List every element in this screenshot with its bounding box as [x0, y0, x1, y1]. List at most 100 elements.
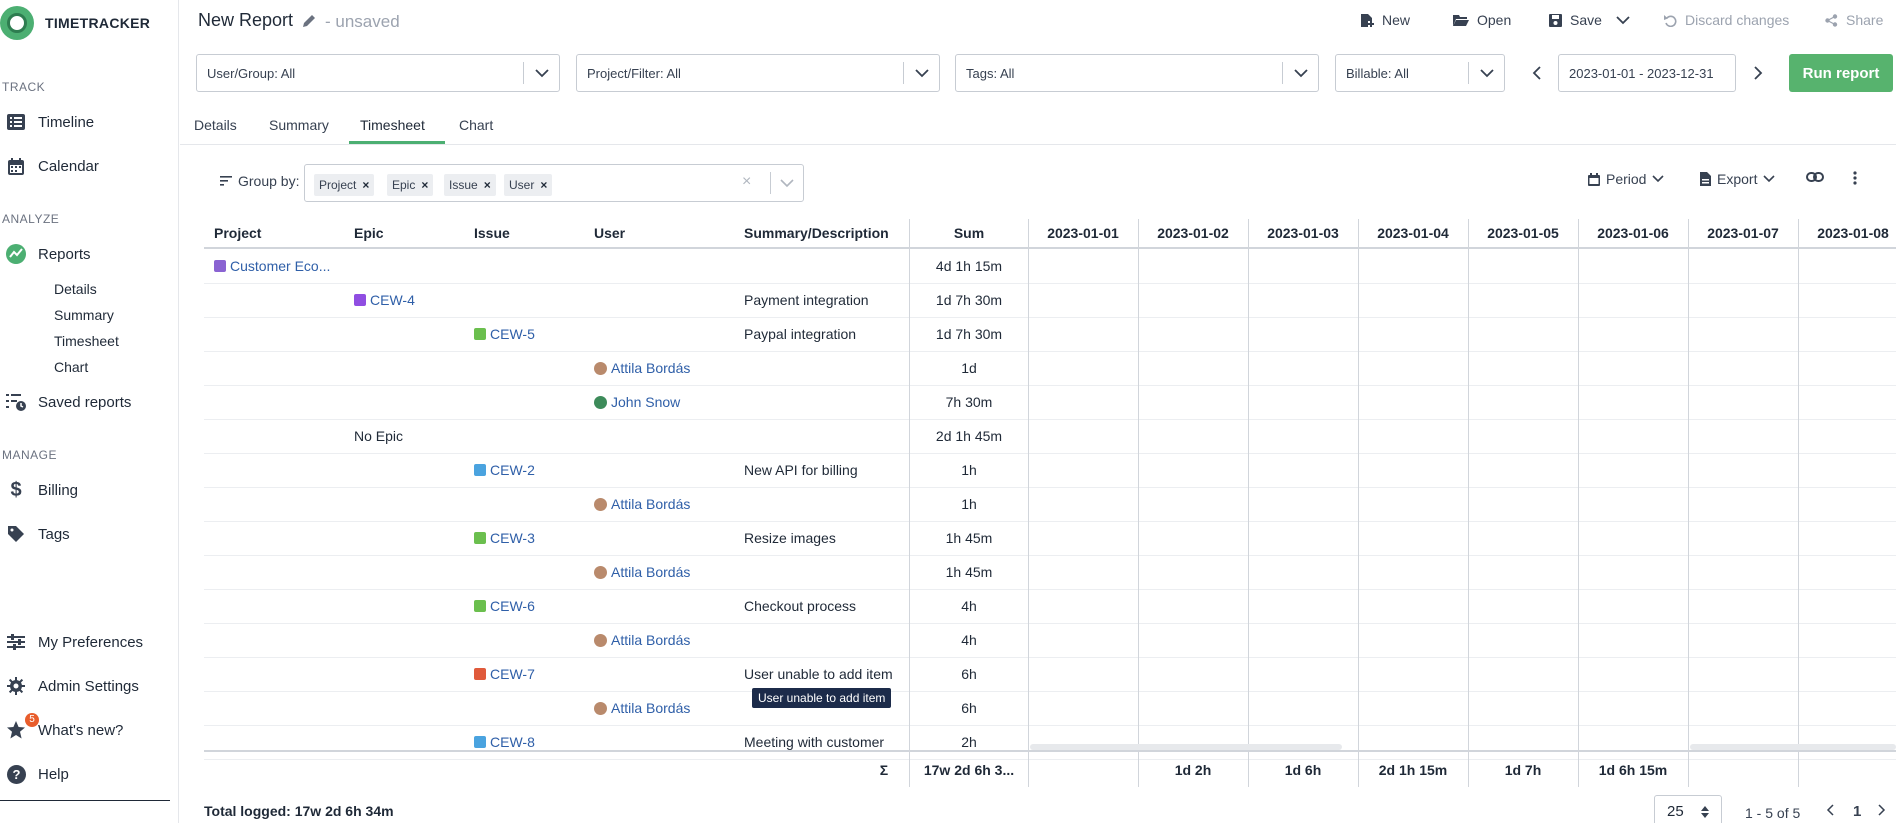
column-header-date[interactable]: 2023-01-08	[1798, 219, 1896, 247]
more-options-button[interactable]	[1853, 171, 1857, 185]
sidebar-item-admin-settings[interactable]: Admin Settings	[0, 671, 139, 701]
cell-issue[interactable]: CEW-8	[474, 725, 535, 759]
group-chip-epic: Epic ×	[387, 174, 434, 196]
export-button[interactable]: Export	[1700, 171, 1776, 187]
total-logged: Total logged: 17w 2d 6h 34m	[204, 803, 394, 819]
column-header-date[interactable]: 2023-01-07	[1688, 219, 1798, 247]
project-filter[interactable]: Project/Filter: All	[576, 54, 940, 92]
page-size-select[interactable]: 25	[1654, 795, 1722, 823]
app-logo[interactable]: TIMETRACKER	[0, 4, 150, 42]
save-icon	[1549, 13, 1562, 27]
chevron-down-icon[interactable]	[903, 62, 939, 84]
sidebar-item-timeline[interactable]: Timeline	[0, 107, 94, 137]
cell-project[interactable]: Customer Eco...	[214, 249, 330, 283]
column-header-date[interactable]: 2023-01-01	[1028, 219, 1138, 247]
tab-chart[interactable]: Chart	[459, 117, 493, 133]
user-group-filter[interactable]: User/Group: All	[196, 54, 560, 92]
sidebar-item-calendar[interactable]: Calendar	[0, 151, 99, 181]
column-header-date[interactable]: 2023-01-03	[1248, 219, 1358, 247]
sidebar-subitem-chart[interactable]: Chart	[54, 359, 88, 375]
cell-epic[interactable]: CEW-4	[354, 283, 415, 317]
remove-chip-icon[interactable]: ×	[540, 178, 547, 192]
sidebar-subitem-summary[interactable]: Summary	[54, 307, 114, 323]
tab-timesheet[interactable]: Timesheet	[360, 117, 425, 133]
open-label: Open	[1477, 12, 1512, 28]
cell-sum: 1h 45m	[945, 530, 993, 546]
gear-icon	[5, 675, 27, 697]
remove-chip-icon[interactable]: ×	[484, 178, 491, 192]
cell-issue[interactable]: CEW-6	[474, 589, 535, 623]
sidebar-item-my-preferences[interactable]: My Preferences	[0, 627, 143, 657]
chevron-down-icon[interactable]	[1468, 62, 1504, 84]
saved-reports-icon	[5, 391, 27, 413]
column-header-user[interactable]: User	[594, 219, 724, 247]
column-header-sum[interactable]: Sum	[910, 219, 1028, 247]
new-button[interactable]: New	[1360, 12, 1410, 28]
column-header-issue[interactable]: Issue	[474, 219, 584, 247]
sidebar-item-tags[interactable]: Tags	[0, 519, 70, 549]
previous-page-button[interactable]	[1826, 803, 1834, 820]
footer-divider	[204, 750, 1896, 752]
billable-filter[interactable]: Billable: All	[1335, 54, 1505, 92]
column-header-date[interactable]: 2023-01-05	[1468, 219, 1578, 247]
chevron-down-icon	[1763, 175, 1776, 183]
column-header-date[interactable]: 2023-01-04	[1358, 219, 1468, 247]
notification-badge: 5	[25, 713, 39, 727]
column-header-date[interactable]: 2023-01-06	[1578, 219, 1688, 247]
avatar	[594, 565, 607, 579]
section-title-manage: MANAGE	[2, 448, 58, 462]
period-button[interactable]: Period	[1588, 171, 1665, 187]
share-icon	[1825, 13, 1838, 27]
sidebar-item-saved-reports[interactable]: Saved reports	[0, 387, 131, 417]
footer-date-total	[1028, 753, 1138, 787]
cell-user[interactable]: Attila Bordás	[594, 555, 690, 589]
column-header-date[interactable]: 2023-01-02	[1138, 219, 1248, 247]
cell-user[interactable]: Attila Bordás	[594, 351, 690, 385]
cell-sum: 1d 7h 30m	[935, 292, 1003, 308]
current-page[interactable]: 1	[1853, 803, 1861, 820]
cell-issue[interactable]: CEW-2	[474, 453, 535, 487]
date-range-picker[interactable]: 2023-01-01 - 2023-12-31	[1558, 54, 1736, 92]
cell-user[interactable]: John Snow	[594, 385, 680, 419]
open-button[interactable]: Open	[1453, 12, 1511, 28]
previous-period-button[interactable]	[1526, 62, 1546, 84]
chevron-down-icon[interactable]	[1616, 15, 1630, 25]
remove-chip-icon[interactable]: ×	[362, 178, 369, 192]
sidebar-item-help[interactable]: ? Help	[0, 759, 69, 789]
chevron-down-icon[interactable]	[770, 172, 802, 194]
undo-icon	[1664, 14, 1677, 27]
column-header-summary[interactable]: Summary/Description	[744, 219, 909, 247]
save-button[interactable]: Save	[1549, 12, 1630, 28]
pencil-icon[interactable]	[302, 14, 316, 31]
column-header-project[interactable]: Project	[214, 219, 344, 247]
remove-chip-icon[interactable]: ×	[421, 178, 428, 192]
cell-sum: 1h 45m	[945, 564, 993, 580]
group-by-select[interactable]: Project × Epic × Issue × User × ×	[304, 164, 804, 202]
sidebar-item-whats-new[interactable]: 5 What's new?	[0, 713, 123, 745]
cell-user[interactable]: Attila Bordás	[594, 623, 690, 657]
share-button[interactable]: Share	[1825, 12, 1883, 28]
next-page-button[interactable]	[1878, 803, 1886, 820]
sidebar-item-billing[interactable]: $ Billing	[0, 475, 78, 505]
column-header-epic[interactable]: Epic	[354, 219, 464, 247]
cell-sum: 1h	[961, 462, 977, 478]
chevron-down-icon[interactable]	[1282, 62, 1318, 84]
cell-issue[interactable]: CEW-5	[474, 317, 535, 351]
tab-summary[interactable]: Summary	[269, 117, 329, 133]
cell-issue[interactable]: CEW-7	[474, 657, 535, 691]
discard-changes-button[interactable]: Discard changes	[1664, 12, 1789, 28]
sidebar-item-reports[interactable]: Reports	[0, 239, 91, 269]
cell-issue[interactable]: CEW-3	[474, 521, 535, 555]
run-report-button[interactable]: Run report	[1789, 54, 1893, 92]
next-period-button[interactable]	[1748, 62, 1768, 84]
issue-type-icon	[474, 532, 486, 544]
tags-filter[interactable]: Tags: All	[955, 54, 1319, 92]
tab-details[interactable]: Details	[194, 117, 237, 133]
cell-user[interactable]: Attila Bordás	[594, 691, 690, 725]
copy-link-button[interactable]	[1806, 171, 1824, 183]
chevron-down-icon[interactable]	[523, 62, 559, 84]
sidebar-subitem-details[interactable]: Details	[54, 281, 97, 297]
cell-user[interactable]: Attila Bordás	[594, 487, 690, 521]
sidebar-subitem-timesheet[interactable]: Timesheet	[54, 333, 119, 349]
clear-icon[interactable]: ×	[742, 173, 751, 191]
